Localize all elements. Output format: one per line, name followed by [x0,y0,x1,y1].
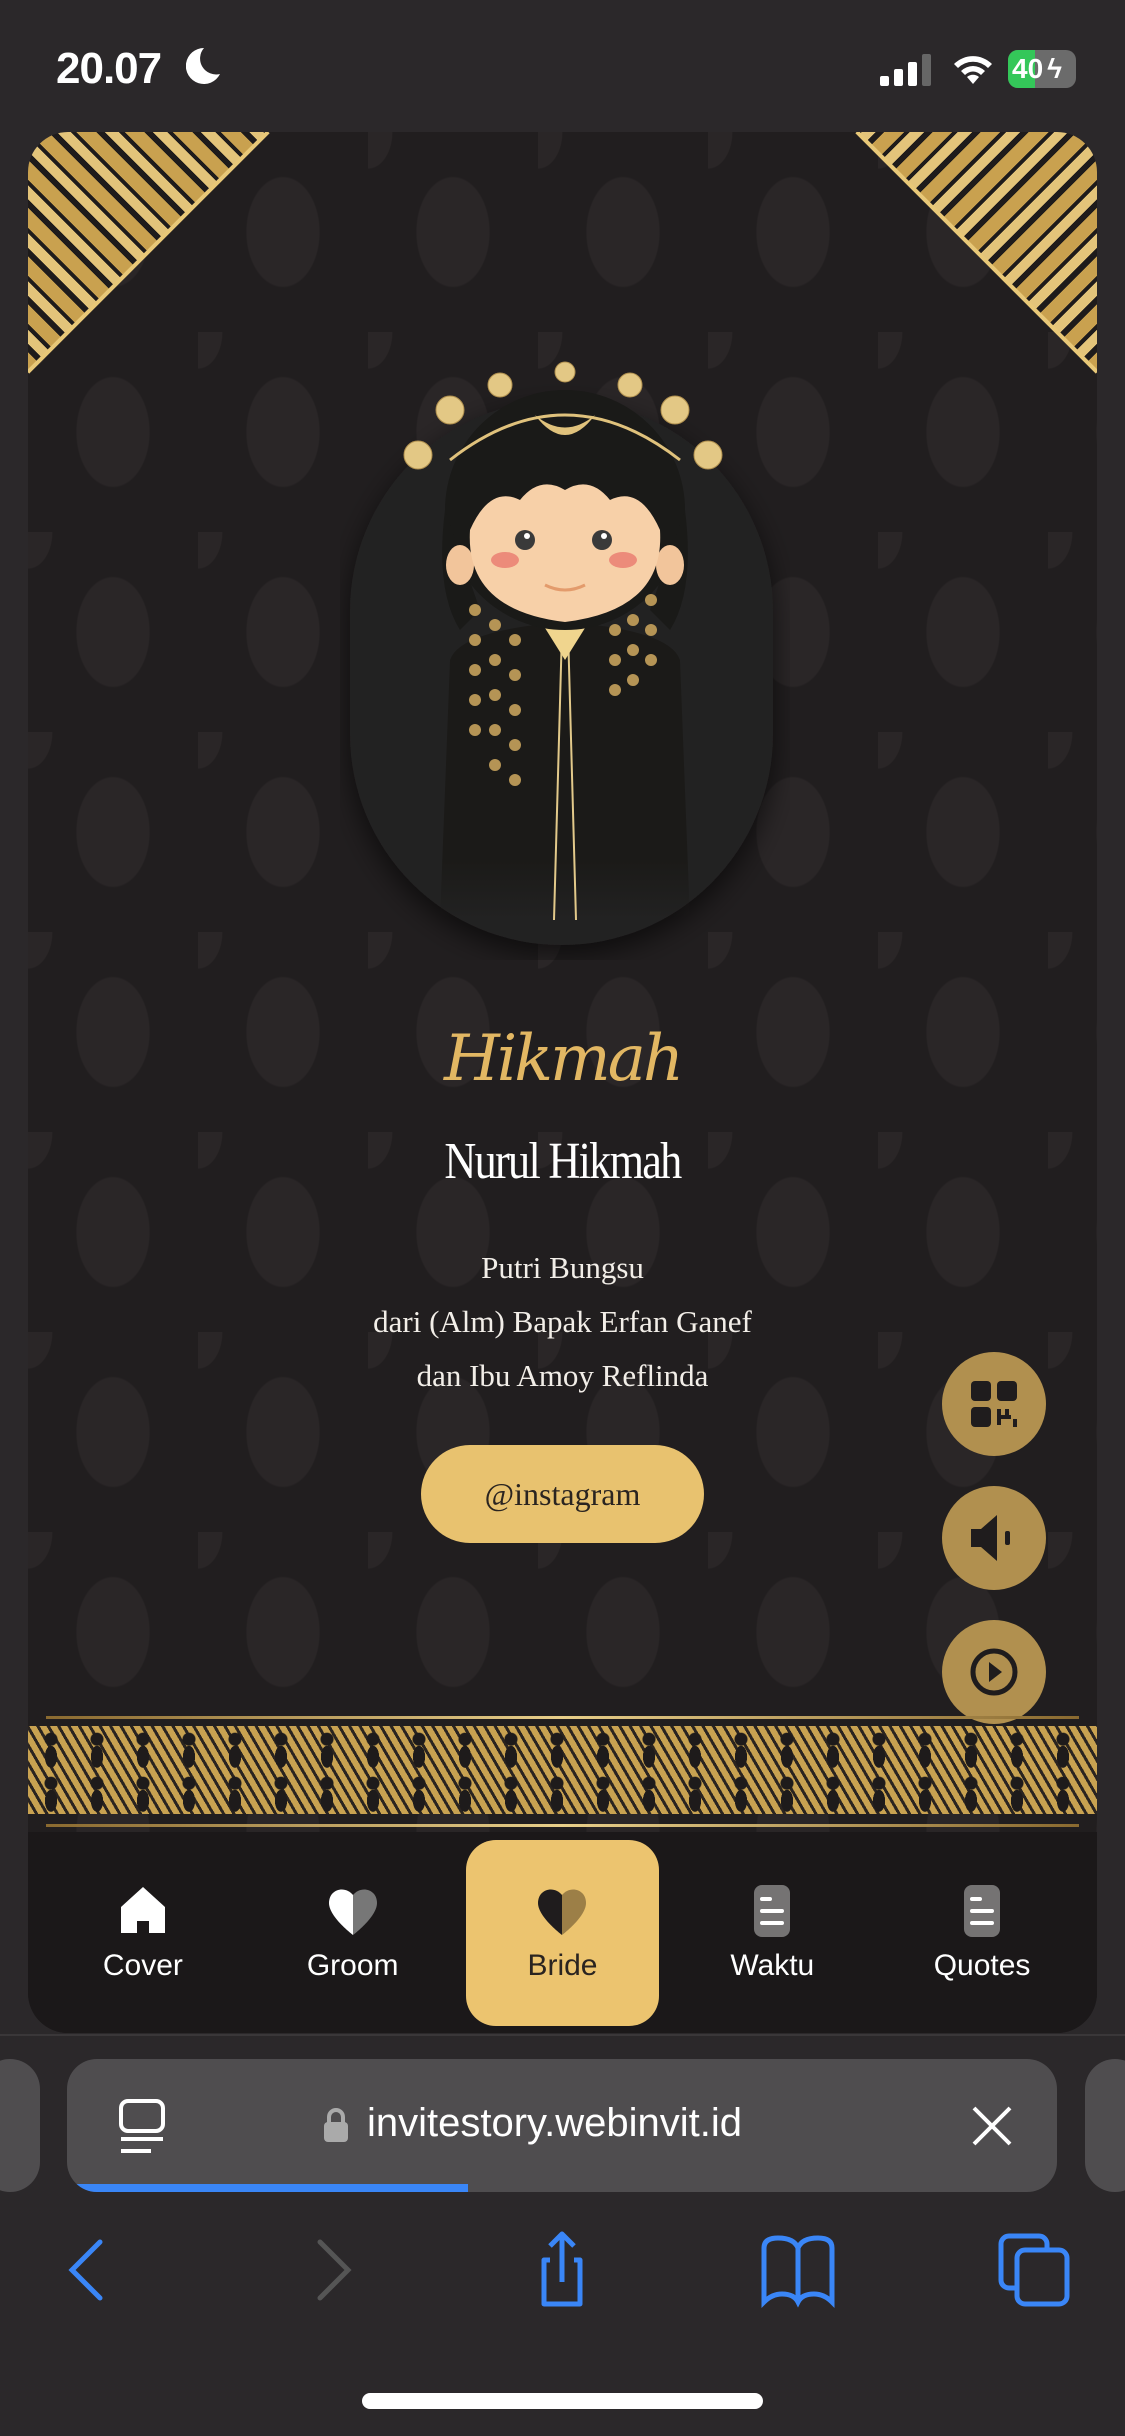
play-icon [970,1648,1018,1696]
wifi-icon [954,56,992,84]
lock-icon [324,2108,348,2142]
document-icon [754,1885,791,1937]
charging-icon: ϟ [1047,53,1062,84]
divider [0,2034,1125,2036]
nav-quotes[interactable]: Quotes [886,1840,1079,2026]
next-tab[interactable] [1085,2059,1125,2192]
nav-label: Groom [306,1949,399,1982]
address-bar[interactable]: invitestory.webinvit.id [67,2059,1057,2192]
back-icon[interactable] [50,2230,130,2310]
bride-nickname: Hikmah [443,1022,684,1096]
parent-line: dan Ibu Amoy Reflinda [416,1358,709,1393]
status-time: 20.07 [56,44,162,93]
nav-label: Quotes [933,1949,1031,1982]
reader-icon [119,2099,165,2153]
home-icon [120,1887,165,1933]
speaker-icon [971,1515,1010,1561]
nav-label: Waktu [730,1949,815,1982]
section-nav: Cover Groom Bride Waktu Quotes [28,1832,1097,2033]
bookmarks-icon[interactable] [758,2230,838,2310]
document-icon [964,1885,1001,1937]
page-load-progress [75,2184,468,2192]
tabs-icon[interactable] [995,2230,1075,2310]
qr-code-icon [971,1381,1017,1427]
nav-label: Cover [102,1949,183,1982]
close-icon[interactable] [971,2105,1013,2147]
previous-tab[interactable] [0,2059,40,2192]
heart-half-icon [328,1889,377,1935]
share-icon[interactable] [522,2230,602,2310]
nav-bride[interactable]: Bride [465,1840,659,2026]
moon-icon [186,47,220,84]
nav-label: Bride [527,1949,598,1982]
battery-indicator: 40 ϟ [1008,50,1076,88]
home-indicator [362,2393,763,2409]
invitation-card[interactable]: Hikmah Nurul Hikmah Putri Bungsu dari (A… [28,132,1097,2033]
qr-code-button[interactable] [942,1352,1046,1456]
sound-button[interactable] [942,1486,1046,1590]
nav-waktu[interactable]: Waktu [676,1840,869,2026]
parent-line: dari (Alm) Bapak Erfan Ganef [373,1304,752,1339]
url-text[interactable]: invitestory.webinvit.id [367,2101,742,2146]
bride-illustration [350,361,773,945]
heart-half-icon [538,1889,587,1935]
bride-full-name: Nurul Hikmah [444,1133,682,1190]
signal-icon [880,54,931,86]
parent-line: Putri Bungsu [481,1250,644,1285]
instagram-button[interactable]: @instagram [421,1445,704,1543]
nav-groom[interactable]: Groom [256,1840,449,2026]
autoplay-button[interactable] [942,1620,1046,1724]
forward-icon[interactable] [290,2230,370,2310]
battery-level: 40 [1012,53,1044,84]
nav-cover[interactable]: Cover [46,1840,239,2026]
batik-border [28,1712,1097,1832]
